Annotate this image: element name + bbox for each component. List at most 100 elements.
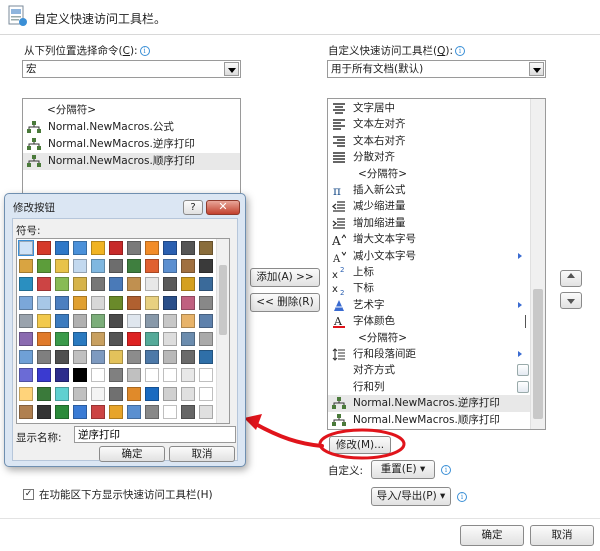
display-name-input[interactable] xyxy=(74,426,236,443)
symbol-option[interactable] xyxy=(55,277,69,292)
scrollbar-thumb[interactable] xyxy=(533,289,543,419)
symbol-option[interactable] xyxy=(181,404,195,419)
symbol-option[interactable] xyxy=(199,368,213,383)
symbol-option[interactable] xyxy=(37,404,51,419)
symbol-option[interactable] xyxy=(127,241,141,255)
list-item[interactable]: 增加缩进量 xyxy=(328,215,531,232)
list-item[interactable]: 行和段落间距 xyxy=(328,346,531,363)
ok-button[interactable]: 确定 xyxy=(460,525,524,546)
symbol-option[interactable] xyxy=(37,259,51,274)
symbol-option[interactable] xyxy=(55,350,69,365)
symbol-option[interactable] xyxy=(181,277,195,292)
list-item[interactable]: 减少缩进量 xyxy=(328,198,531,215)
symbol-option[interactable] xyxy=(199,350,213,365)
symbol-option[interactable] xyxy=(109,313,123,328)
list-item[interactable]: A 增大文本字号 xyxy=(328,231,531,248)
list-item[interactable]: <分隔符> xyxy=(23,102,240,119)
symbol-option[interactable] xyxy=(181,259,195,274)
symbol-option[interactable] xyxy=(73,386,87,401)
symbol-option[interactable] xyxy=(163,295,177,310)
symbol-option[interactable] xyxy=(145,313,159,328)
symbol-option[interactable] xyxy=(145,241,159,255)
expand-icon[interactable] xyxy=(517,380,529,393)
symbol-option[interactable] xyxy=(145,404,159,419)
symbol-option[interactable] xyxy=(91,313,105,328)
symbol-option[interactable] xyxy=(19,259,33,274)
available-commands-list[interactable]: <分隔符> Normal.NewMacros.公式 Normal.NewMacr… xyxy=(22,98,241,198)
expand-icon[interactable] xyxy=(517,364,529,377)
symbol-option[interactable] xyxy=(91,332,105,346)
symbol-option[interactable] xyxy=(163,259,177,274)
symbol-option[interactable] xyxy=(19,313,33,328)
move-up-button[interactable] xyxy=(560,270,582,287)
symbol-option[interactable] xyxy=(199,313,213,328)
symbol-option[interactable] xyxy=(37,313,51,328)
symbol-option[interactable] xyxy=(109,368,123,383)
symbol-option[interactable] xyxy=(73,332,87,346)
symbol-option[interactable] xyxy=(19,277,33,292)
symbol-option[interactable] xyxy=(73,259,87,274)
symbol-option[interactable] xyxy=(199,332,213,346)
symbol-option[interactable] xyxy=(109,404,123,419)
dialog-ok-button[interactable]: 确定 xyxy=(99,446,165,462)
list-item[interactable]: 艺术字 xyxy=(328,297,531,314)
show-below-ribbon-checkbox[interactable]: ✓ xyxy=(23,489,34,500)
symbol-option[interactable] xyxy=(163,386,177,401)
symbol-option[interactable] xyxy=(55,313,69,328)
list-item[interactable]: A 字体颜色 xyxy=(328,313,531,330)
symbol-option[interactable] xyxy=(109,241,123,255)
cancel-button[interactable]: 取消 xyxy=(530,525,594,546)
symbol-option[interactable] xyxy=(55,295,69,310)
add-button[interactable]: 添加(A) >> xyxy=(250,268,320,287)
symbol-option[interactable] xyxy=(91,277,105,292)
remove-button[interactable]: << 删除(R) xyxy=(250,293,320,312)
symbol-option[interactable] xyxy=(127,368,141,383)
list-item[interactable]: 文本左对齐 xyxy=(328,116,531,133)
symbol-option[interactable] xyxy=(19,332,33,346)
symbol-option[interactable] xyxy=(37,241,51,255)
symbol-option[interactable] xyxy=(19,368,33,383)
symbol-option[interactable] xyxy=(163,241,177,255)
symbol-option[interactable] xyxy=(37,332,51,346)
symbol-option[interactable] xyxy=(73,404,87,419)
symbol-option[interactable] xyxy=(145,295,159,310)
symbol-option[interactable] xyxy=(37,350,51,365)
list-item[interactable]: Normal.NewMacros.逆序打印 xyxy=(23,136,240,153)
symbol-option[interactable] xyxy=(73,241,87,255)
symbol-option[interactable] xyxy=(19,350,33,365)
symbol-option[interactable] xyxy=(109,332,123,346)
symbol-option[interactable] xyxy=(181,295,195,310)
symbol-option[interactable] xyxy=(55,404,69,419)
symbol-option[interactable] xyxy=(145,368,159,383)
list-item[interactable]: x 2 下标 xyxy=(328,280,531,297)
chevron-down-icon[interactable] xyxy=(224,62,239,76)
symbol-option[interactable] xyxy=(145,350,159,365)
list-item[interactable]: 文本右对齐 xyxy=(328,133,531,150)
symbol-option[interactable] xyxy=(127,350,141,365)
close-icon[interactable]: ✕ xyxy=(218,200,227,213)
symbol-option[interactable] xyxy=(73,295,87,310)
symbol-option[interactable] xyxy=(73,350,87,365)
symbol-option[interactable] xyxy=(145,277,159,292)
symbol-option[interactable] xyxy=(73,277,87,292)
symbol-option[interactable] xyxy=(199,404,213,419)
symbol-option[interactable] xyxy=(181,313,195,328)
scrollbar-thumb[interactable] xyxy=(219,265,227,335)
symbol-option[interactable] xyxy=(55,332,69,346)
symbol-option[interactable] xyxy=(91,350,105,365)
dialog-cancel-button[interactable]: 取消 xyxy=(169,446,235,462)
symbol-option[interactable] xyxy=(199,241,213,255)
symbol-option[interactable] xyxy=(163,277,177,292)
symbol-option[interactable] xyxy=(145,386,159,401)
move-down-button[interactable] xyxy=(560,292,582,309)
symbol-option[interactable] xyxy=(37,386,51,401)
symbol-option[interactable] xyxy=(145,332,159,346)
symbol-option[interactable] xyxy=(18,240,34,256)
customize-scope-select[interactable]: 用于所有文档(默认) xyxy=(327,60,546,78)
symbol-option[interactable] xyxy=(55,259,69,274)
symbol-option[interactable] xyxy=(127,404,141,419)
symbol-option[interactable] xyxy=(91,241,105,255)
symbol-option[interactable] xyxy=(127,259,141,274)
symbol-option[interactable] xyxy=(37,295,51,310)
symbol-option[interactable] xyxy=(127,277,141,292)
